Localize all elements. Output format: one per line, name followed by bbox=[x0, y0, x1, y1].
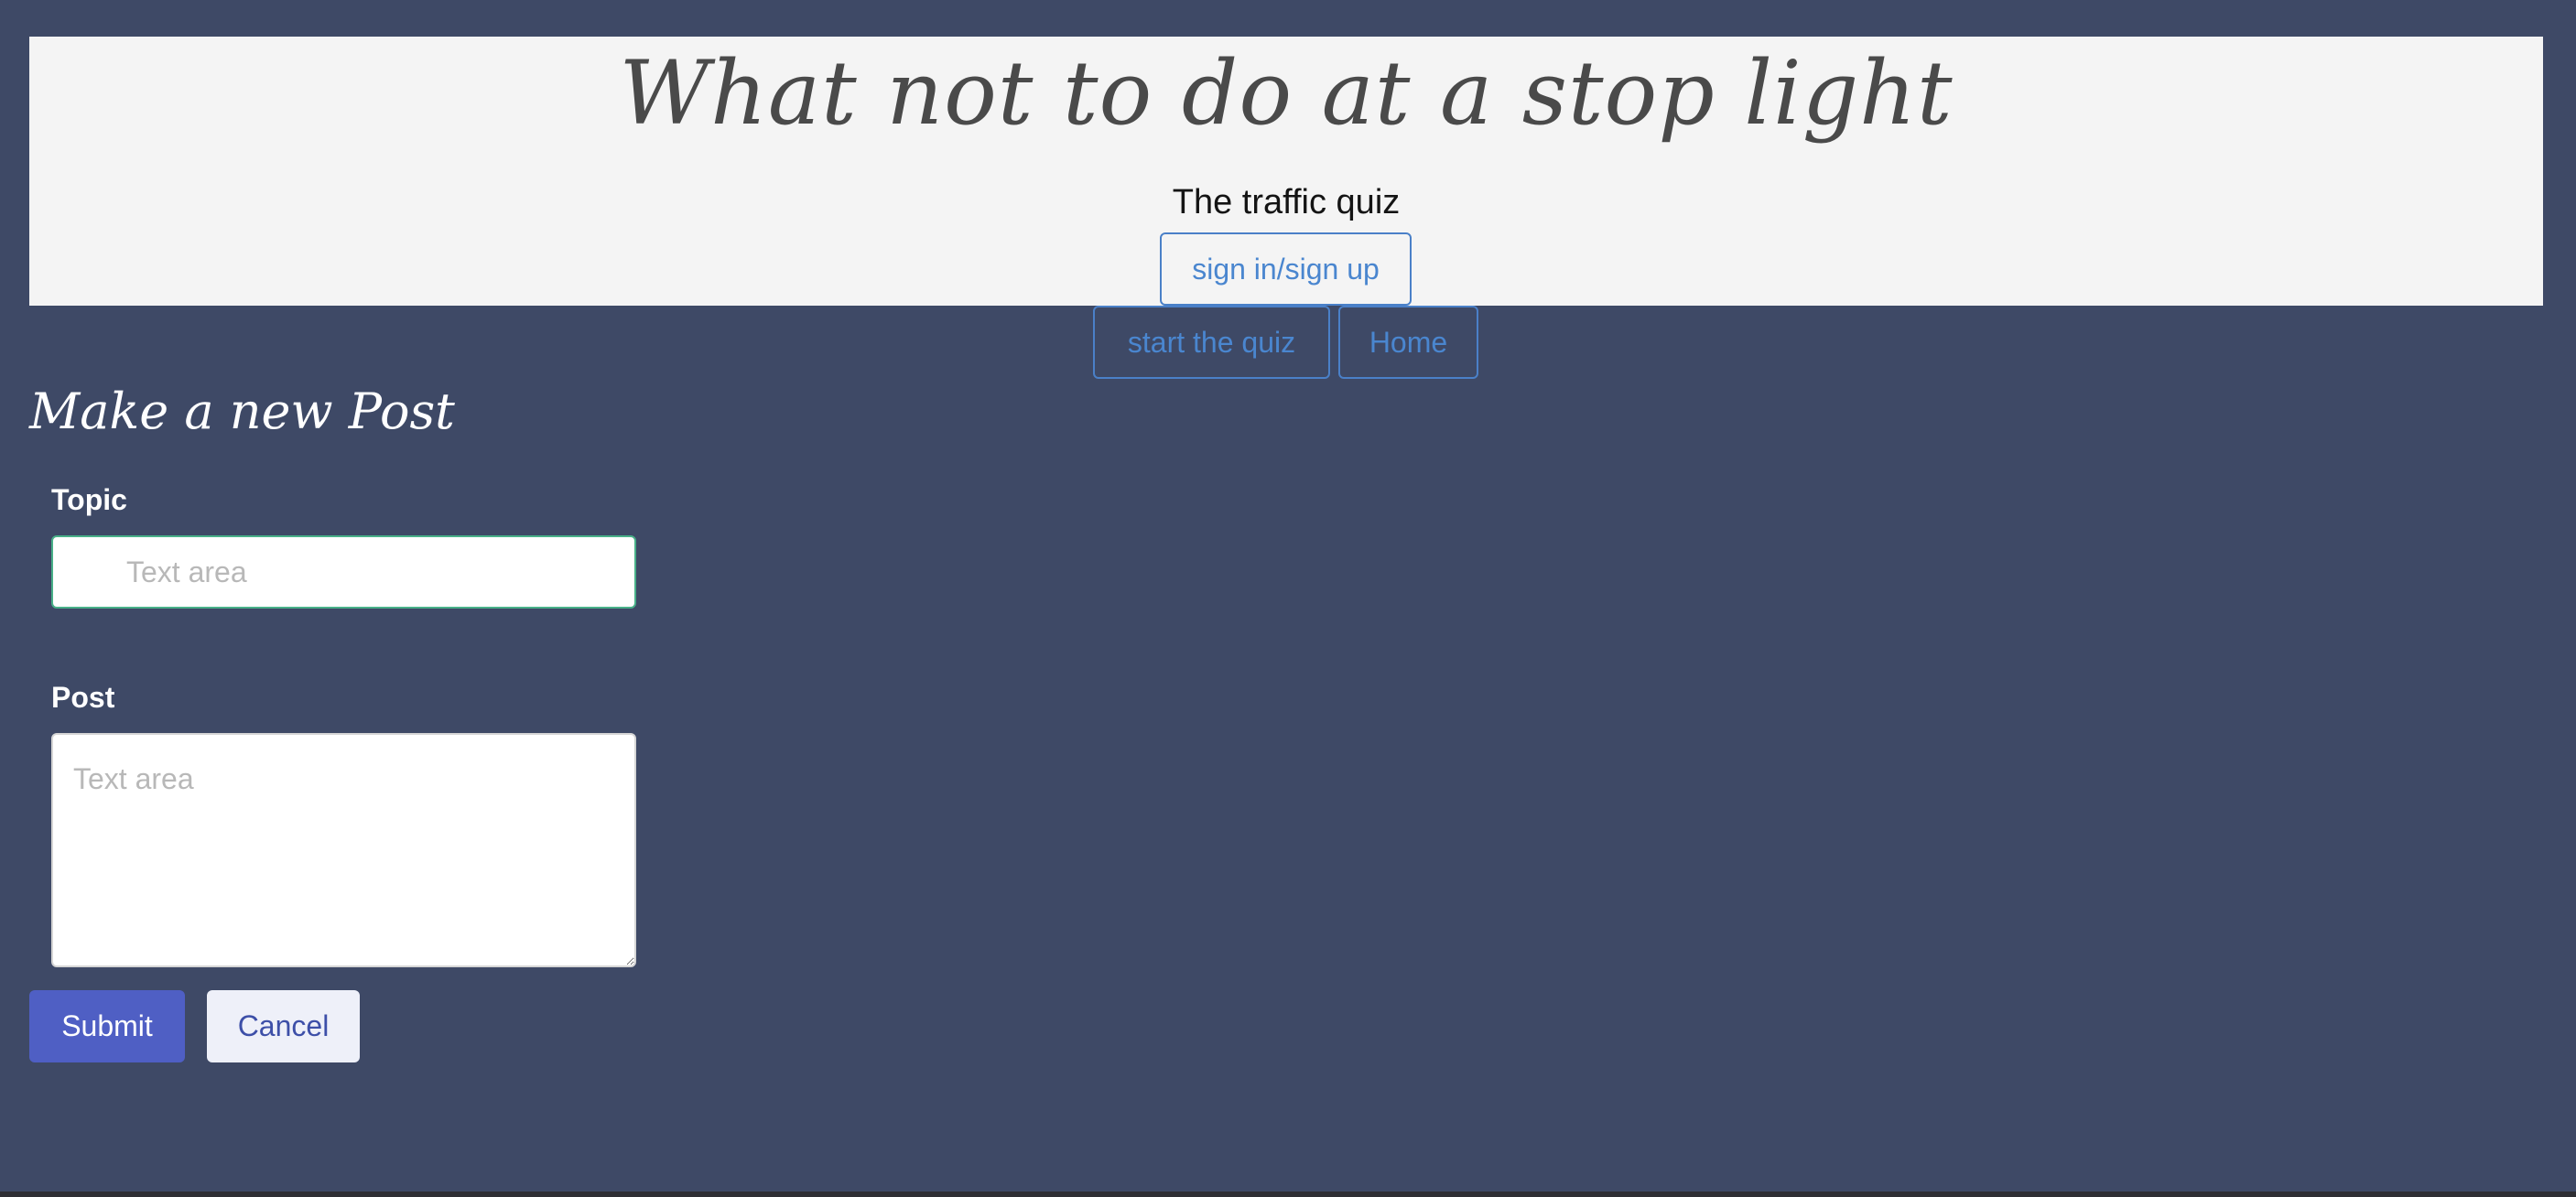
topic-label: Topic bbox=[51, 483, 127, 516]
post-textarea[interactable] bbox=[51, 733, 636, 967]
topic-input[interactable] bbox=[126, 537, 621, 607]
topic-field[interactable] bbox=[51, 535, 636, 609]
bottom-border bbox=[0, 1192, 2576, 1197]
home-button[interactable]: Home bbox=[1338, 306, 1478, 379]
submit-button[interactable]: Submit bbox=[29, 990, 185, 1062]
start-quiz-button[interactable]: start the quiz bbox=[1093, 306, 1330, 379]
post-label: Post bbox=[51, 681, 115, 714]
site-subtitle: The traffic quiz bbox=[1172, 183, 1401, 221]
cancel-button[interactable]: Cancel bbox=[207, 990, 360, 1062]
site-title: What not to do at a stop light bbox=[619, 42, 1954, 145]
form-title: Make a new Post bbox=[29, 383, 455, 440]
sign-in-button[interactable]: sign in/sign up bbox=[1160, 232, 1412, 306]
